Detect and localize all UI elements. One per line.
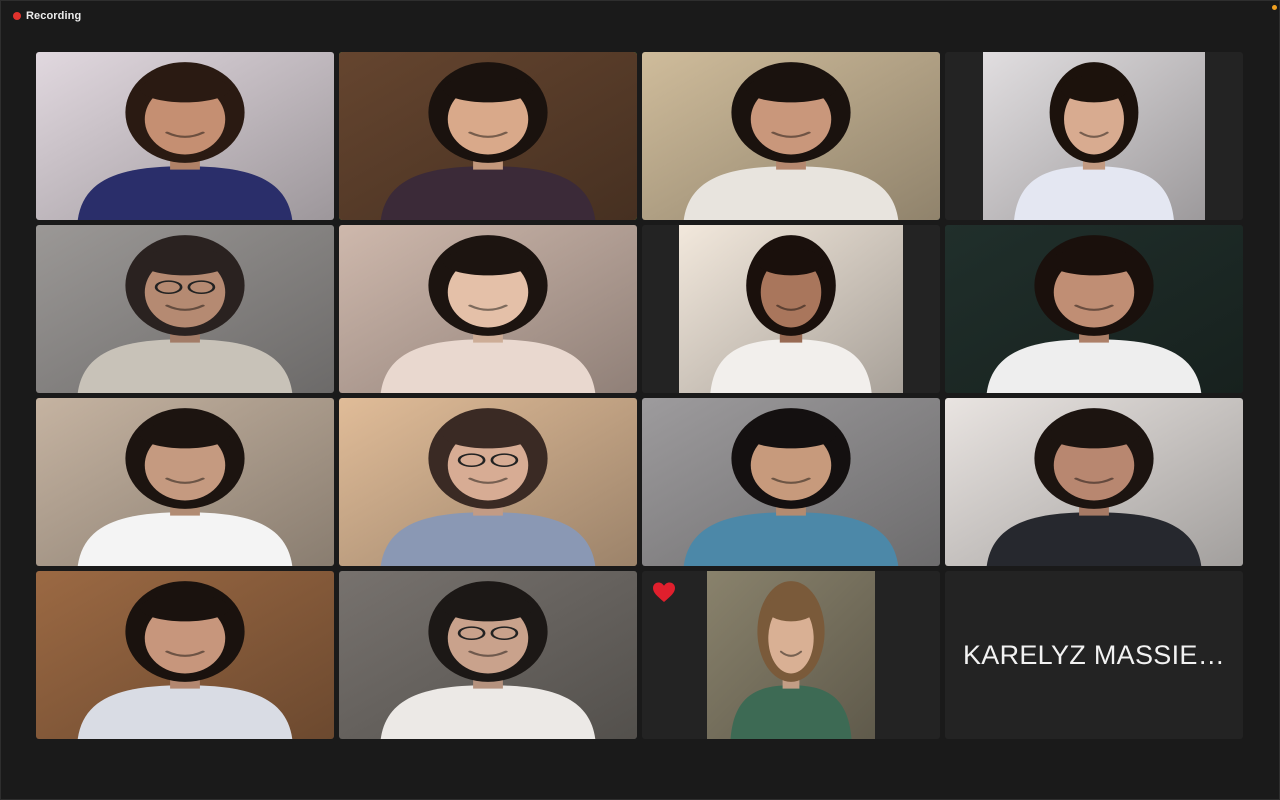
participant-fringe [757, 248, 825, 276]
top-bar: Recording [1, 1, 1280, 31]
participant-tile[interactable] [339, 398, 637, 566]
participant-tile[interactable] [36, 225, 334, 393]
participant-video [642, 398, 940, 566]
participant-video [36, 225, 334, 393]
participant-tile[interactable] [339, 225, 637, 393]
participant-tile[interactable] [339, 571, 637, 739]
window-status-dot-icon [1272, 5, 1277, 10]
participant-fringe [443, 594, 533, 622]
participant-video [339, 225, 637, 393]
participant-fringe [1049, 248, 1139, 276]
participant-tile[interactable] [945, 52, 1243, 220]
participant-video [642, 52, 940, 220]
participant-fringe [746, 421, 836, 449]
participant-tile-no-video[interactable]: KARELYZ MASSIE… [945, 571, 1243, 739]
heart-shape [653, 582, 675, 602]
participant-video [36, 52, 334, 220]
participant-fringe [140, 421, 230, 449]
participant-fringe [140, 75, 230, 103]
recording-label: Recording [26, 10, 82, 22]
participant-video [679, 225, 903, 393]
participant-video [945, 398, 1243, 566]
participant-video [945, 225, 1243, 393]
participant-video [36, 398, 334, 566]
participant-tile[interactable] [36, 52, 334, 220]
participant-video [36, 571, 334, 739]
participant-video [339, 52, 637, 220]
recording-dot-icon [13, 12, 21, 20]
participant-fringe [140, 594, 230, 622]
participant-video [339, 571, 637, 739]
participant-tile[interactable] [642, 225, 940, 393]
participant-fringe [765, 594, 817, 622]
participant-fringe [1049, 421, 1139, 449]
participant-tile[interactable] [36, 571, 334, 739]
gallery-grid: KARELYZ MASSIE… [36, 52, 1247, 740]
participant-tile[interactable] [945, 398, 1243, 566]
participant-tile[interactable] [945, 225, 1243, 393]
participant-tile[interactable] [642, 571, 940, 739]
participant-fringe [746, 75, 836, 103]
participant-tile[interactable] [642, 52, 940, 220]
meeting-window: Recording KARELYZ MASSIE… [0, 0, 1280, 800]
participant-fringe [443, 421, 533, 449]
participant-name: KARELYZ MASSIE… [962, 639, 1226, 670]
participant-video [339, 398, 637, 566]
participant-tile[interactable] [339, 52, 637, 220]
participant-fringe [443, 248, 533, 276]
participant-fringe [443, 75, 533, 103]
participant-tile[interactable] [36, 398, 334, 566]
participant-tile[interactable] [642, 398, 940, 566]
participant-fringe [140, 248, 230, 276]
heart-reaction-icon [653, 582, 675, 602]
participant-video [983, 52, 1205, 220]
recording-indicator[interactable]: Recording [13, 10, 81, 22]
participant-fringe [1060, 75, 1128, 103]
participant-video [707, 571, 875, 739]
